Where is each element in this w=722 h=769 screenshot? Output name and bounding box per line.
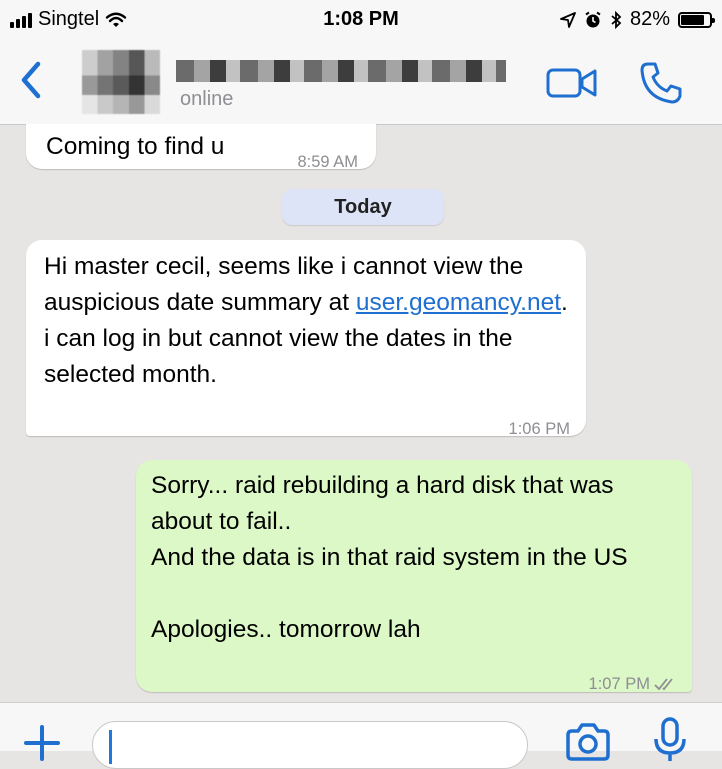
- battery-fill: [681, 14, 704, 25]
- input-bar: [0, 702, 722, 769]
- message-bubble-incoming[interactable]: Coming to find u 8:59 AM: [26, 124, 376, 171]
- avatar[interactable]: [82, 50, 160, 114]
- message-bubble-incoming[interactable]: Hi master cecil, seems like i cannot vie…: [26, 240, 586, 438]
- bluetooth-icon: [611, 10, 622, 29]
- message-input[interactable]: [92, 721, 528, 769]
- camera-icon[interactable]: [564, 721, 612, 761]
- double-check-icon: [654, 678, 673, 691]
- message-time-label: 1:07 PM: [588, 675, 650, 693]
- message-time: 8:59 AM: [297, 153, 358, 171]
- message-link[interactable]: user.geomancy.net: [356, 289, 561, 316]
- message-time: 1:07 PM: [589, 666, 678, 702]
- status-bar: Singtel 1:08 PM 82%: [0, 0, 722, 40]
- contact-name-redacted[interactable]: [176, 60, 506, 82]
- carrier-name: Singtel: [38, 8, 100, 30]
- status-left: Singtel: [10, 8, 127, 31]
- date-separator: Today: [282, 189, 444, 225]
- battery-icon: [678, 11, 715, 28]
- message-text: Sorry... raid rebuilding a hard disk tha…: [151, 472, 628, 643]
- back-chevron-icon[interactable]: [14, 58, 50, 102]
- text-caret: [109, 730, 112, 764]
- signal-icon: [10, 12, 32, 28]
- wifi-icon: [105, 12, 127, 27]
- status-right: 82%: [560, 8, 715, 31]
- contact-status: online: [180, 88, 234, 110]
- message-text: Coming to find u: [46, 133, 225, 160]
- plus-icon[interactable]: [22, 723, 62, 763]
- message-text: Hi master cecil, seems like i cannot vie…: [44, 249, 574, 393]
- message-bubble-outgoing[interactable]: Sorry... raid rebuilding a hard disk tha…: [136, 460, 692, 693]
- battery-percent: 82%: [629, 8, 670, 30]
- message-time: 1:06 PM: [508, 420, 570, 438]
- video-call-icon[interactable]: [546, 66, 598, 100]
- phone-call-icon[interactable]: [638, 60, 684, 106]
- microphone-icon[interactable]: [650, 717, 690, 761]
- chat-header: online: [0, 40, 722, 125]
- location-icon: [560, 11, 576, 28]
- alarm-icon: [585, 11, 601, 27]
